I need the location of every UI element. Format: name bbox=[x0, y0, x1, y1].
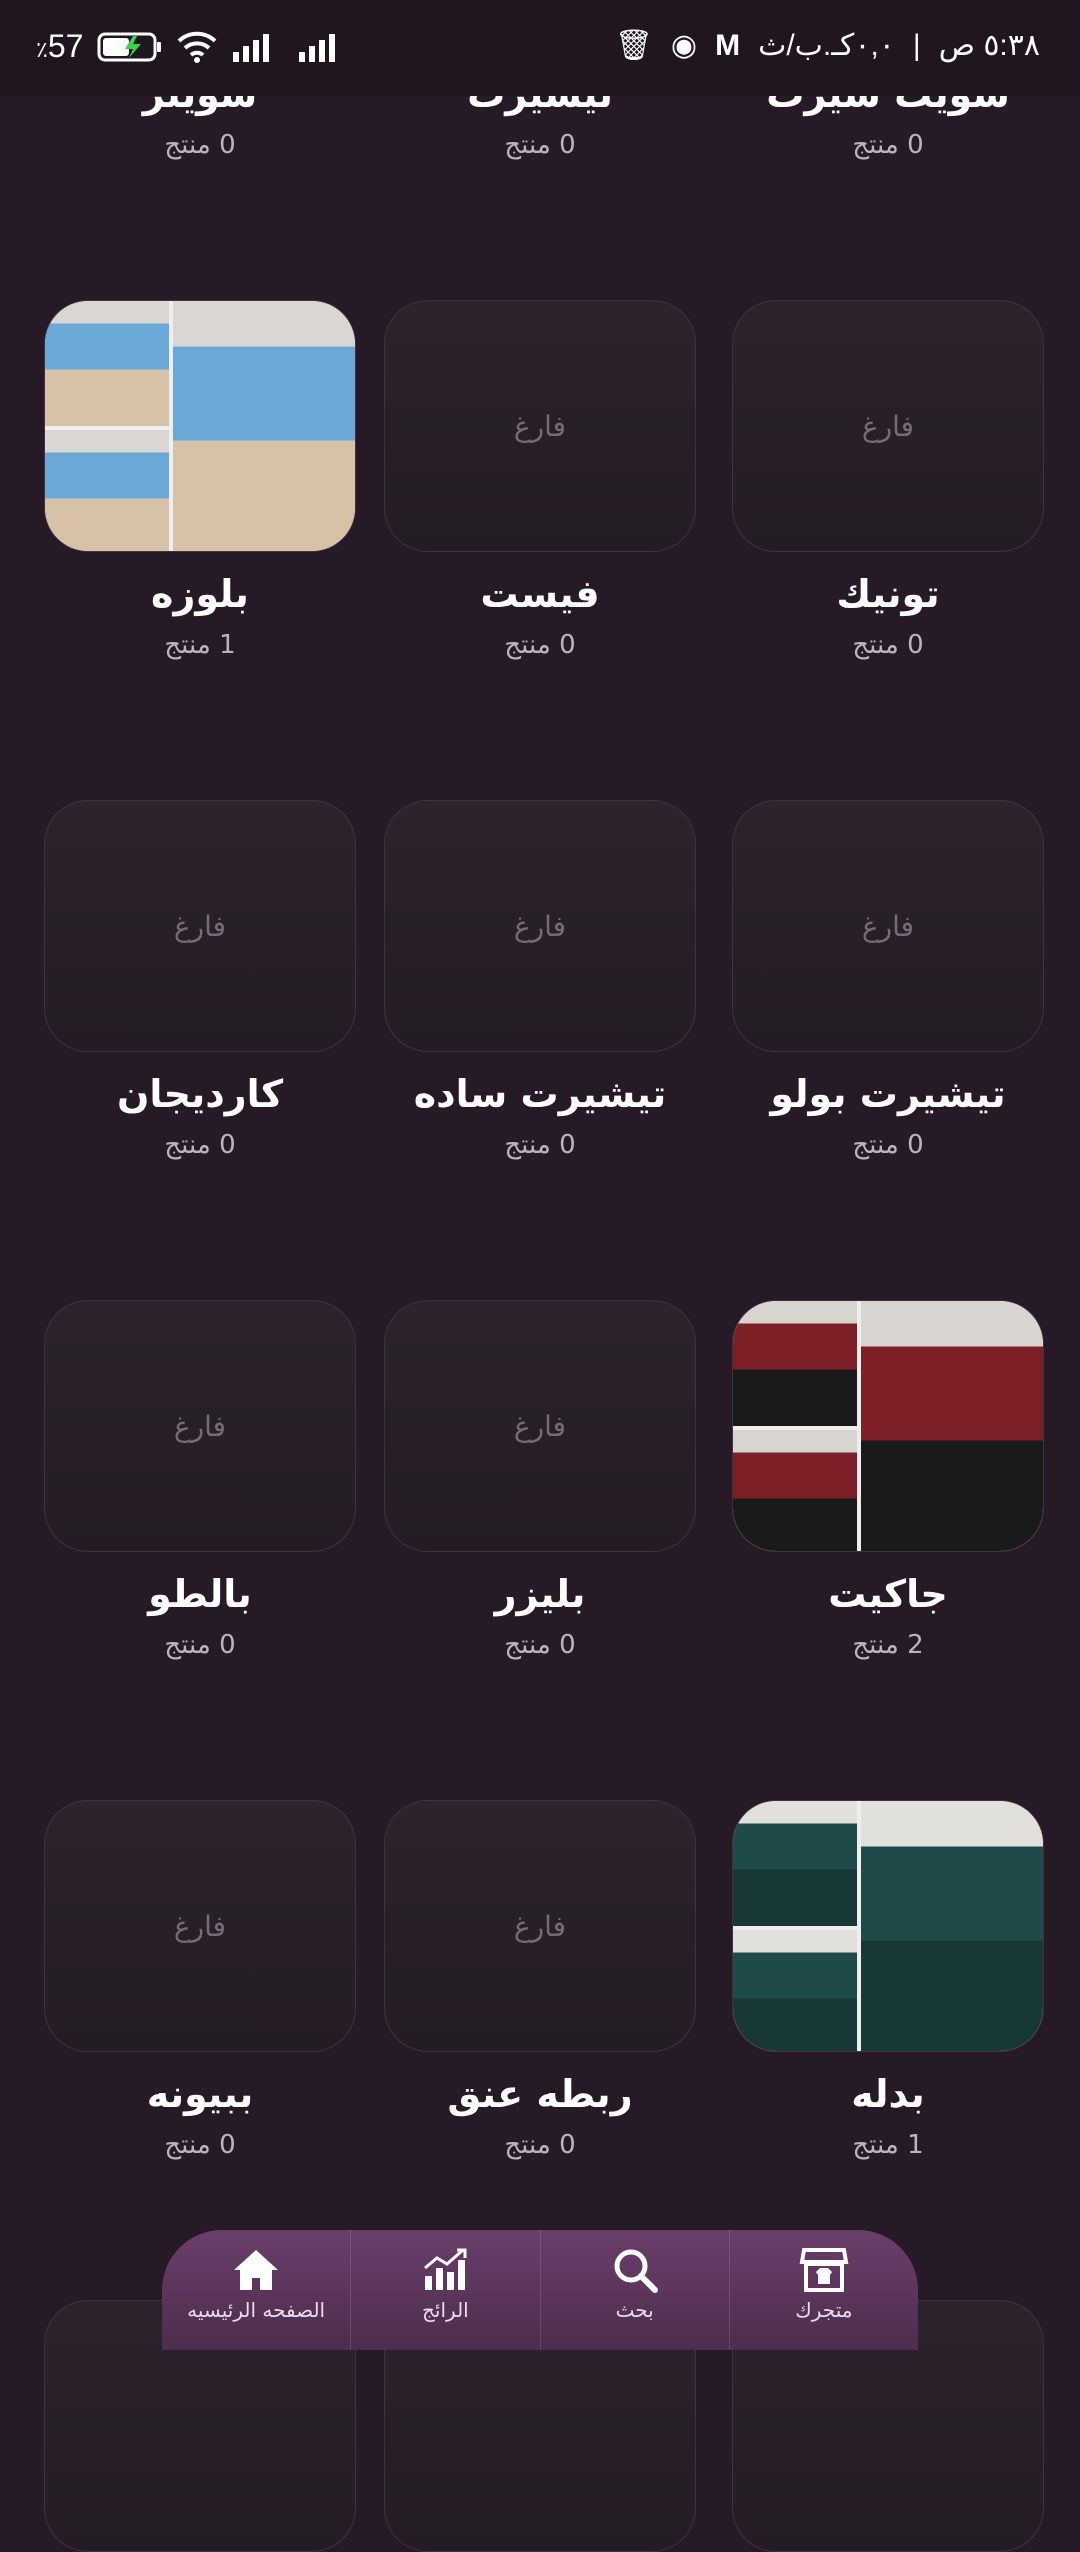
category-count: 0 منتج bbox=[164, 1630, 236, 1660]
nav-trending-label: الرائج bbox=[422, 2298, 469, 2322]
empty-label: فارغ bbox=[513, 909, 567, 943]
category-name: بليزر bbox=[494, 1572, 586, 1616]
chart-icon bbox=[424, 2248, 467, 2290]
signal-icon bbox=[233, 33, 270, 62]
trash-icon: 🗑 bbox=[614, 29, 653, 62]
category-card[interactable]: جاكيت 2 منتج bbox=[732, 1300, 1044, 1660]
product-photo bbox=[733, 1801, 857, 1926]
category-thumbnail[interactable]: فارغ bbox=[44, 1300, 356, 1552]
category-count: 0 منتج bbox=[852, 130, 924, 160]
category-card[interactable]: فارغ تونيك 0 منتج bbox=[732, 300, 1044, 660]
category-thumbnail[interactable]: فارغ bbox=[384, 1300, 696, 1552]
gmail-icon: M bbox=[715, 28, 741, 62]
nav-home[interactable]: الصفحه الرئيسيه bbox=[162, 2230, 352, 2350]
product-photo bbox=[733, 1430, 857, 1551]
category-thumbnail[interactable]: فارغ bbox=[44, 800, 356, 1052]
empty-label: فارغ bbox=[861, 909, 915, 943]
empty-label: فارغ bbox=[173, 1409, 227, 1443]
bottom-nav: الصفحه الرئيسيه الرائج بحث متجرك bbox=[162, 2230, 918, 2350]
category-name: بدله bbox=[851, 2072, 925, 2116]
empty-label: فارغ bbox=[173, 1909, 227, 1943]
product-photo bbox=[45, 301, 169, 426]
nav-store-label: متجرك bbox=[795, 2298, 853, 2322]
category-count: 0 منتج bbox=[504, 1130, 576, 1160]
product-photo bbox=[733, 1301, 857, 1426]
product-photo bbox=[45, 430, 169, 551]
category-thumbnail[interactable]: فارغ bbox=[732, 800, 1044, 1052]
network-speed: ٠,٠كـ.ب/ث bbox=[758, 29, 895, 62]
product-collage bbox=[733, 1301, 1043, 1551]
search-icon bbox=[614, 2249, 658, 2293]
empty-label: فارغ bbox=[861, 409, 915, 443]
category-card[interactable]: بدله 1 منتج bbox=[732, 1800, 1044, 2160]
product-photo bbox=[861, 1301, 1043, 1551]
category-name: بلوزه bbox=[151, 572, 249, 616]
product-photo bbox=[733, 1930, 857, 2051]
category-thumbnail[interactable]: فارغ bbox=[732, 300, 1044, 552]
category-card[interactable]: بلوزه 1 منتج bbox=[44, 300, 356, 660]
category-name: تيشيرت ساده bbox=[413, 1072, 667, 1116]
category-name: ببيونه bbox=[146, 2072, 254, 2116]
category-count: 0 منتج bbox=[504, 130, 576, 160]
status-right: ٥:٣٨ ص | ٠,٠كـ.ب/ث M ◉ 🗑 bbox=[615, 28, 1040, 63]
category-count: 0 منتج bbox=[504, 1630, 576, 1660]
home-icon bbox=[234, 2250, 279, 2290]
category-count: 1 منتج bbox=[164, 630, 236, 660]
category-count: 0 منتج bbox=[164, 130, 236, 160]
category-card[interactable]: فارغ ببيونه 0 منتج bbox=[44, 1800, 356, 2160]
product-photo bbox=[173, 301, 355, 551]
category-thumbnail[interactable] bbox=[732, 1300, 1044, 1552]
category-thumbnail[interactable]: فارغ bbox=[44, 1800, 356, 2052]
battery-icon bbox=[97, 32, 162, 61]
divider: | bbox=[912, 28, 921, 62]
category-thumbnail[interactable]: فارغ bbox=[384, 800, 696, 1052]
category-name: فيست bbox=[480, 572, 600, 616]
clock: ٥:٣٨ ص bbox=[938, 29, 1040, 62]
category-thumbnail[interactable]: فارغ bbox=[384, 300, 696, 552]
category-card[interactable]: فارغ تيشيرت بولو 0 منتج bbox=[732, 800, 1044, 1160]
category-card[interactable]: فارغ بليزر 0 منتج bbox=[384, 1300, 696, 1660]
category-thumbnail[interactable] bbox=[44, 300, 356, 552]
category-card[interactable]: فارغ تيشيرت ساده 0 منتج bbox=[384, 800, 696, 1160]
category-count: 1 منتج bbox=[852, 2130, 924, 2160]
battery-percent: ٪57 bbox=[36, 28, 84, 64]
music-icon: ◉ bbox=[670, 29, 698, 62]
nav-home-label: الصفحه الرئيسيه bbox=[187, 2298, 326, 2322]
empty-label: فارغ bbox=[513, 409, 567, 443]
category-name: تونيك bbox=[836, 572, 940, 616]
category-name: جاكيت bbox=[828, 1572, 948, 1616]
empty-label: فارغ bbox=[513, 1909, 567, 1943]
category-thumbnail[interactable]: فارغ bbox=[384, 1800, 696, 2052]
status-bar: ٪57 ٥:٣٨ ص | ٠,٠كـ.ب/ث M ◉ 🗑 bbox=[0, 0, 1080, 96]
nav-store[interactable]: متجرك bbox=[730, 2230, 918, 2350]
category-count: 0 منتج bbox=[164, 2130, 236, 2160]
category-count: 0 منتج bbox=[504, 630, 576, 660]
wifi-icon bbox=[178, 31, 217, 63]
category-count: 0 منتج bbox=[504, 2130, 576, 2160]
category-name: كارديجان bbox=[116, 1072, 284, 1116]
store-icon bbox=[799, 2248, 849, 2292]
category-name: ربطه عنق bbox=[447, 2072, 633, 2116]
category-card[interactable]: فارغ كارديجان 0 منتج bbox=[44, 800, 356, 1160]
category-count: 0 منتج bbox=[852, 630, 924, 660]
category-card[interactable]: فارغ فيست 0 منتج bbox=[384, 300, 696, 660]
nav-search[interactable]: بحث bbox=[541, 2230, 730, 2350]
nav-search-label: بحث bbox=[615, 2298, 654, 2322]
empty-label: فارغ bbox=[513, 1409, 567, 1443]
empty-label: فارغ bbox=[173, 909, 227, 943]
nav-trending[interactable]: الرائج bbox=[351, 2230, 541, 2350]
category-card[interactable]: فارغ بالطو 0 منتج bbox=[44, 1300, 356, 1660]
product-photo bbox=[861, 1801, 1043, 2051]
category-name: بالطو bbox=[148, 1572, 252, 1616]
status-left: ٪57 bbox=[36, 28, 349, 65]
product-collage bbox=[45, 301, 355, 551]
category-count: 0 منتج bbox=[164, 1130, 236, 1160]
product-collage bbox=[733, 1801, 1043, 2051]
category-name: تيشيرت بولو bbox=[770, 1072, 1006, 1116]
category-count: 0 منتج bbox=[852, 1130, 924, 1160]
category-card[interactable]: فارغ ربطه عنق 0 منتج bbox=[384, 1800, 696, 2160]
category-thumbnail[interactable] bbox=[732, 1800, 1044, 2052]
signal-icon-2 bbox=[299, 33, 336, 62]
category-count: 2 منتج bbox=[852, 1630, 924, 1660]
